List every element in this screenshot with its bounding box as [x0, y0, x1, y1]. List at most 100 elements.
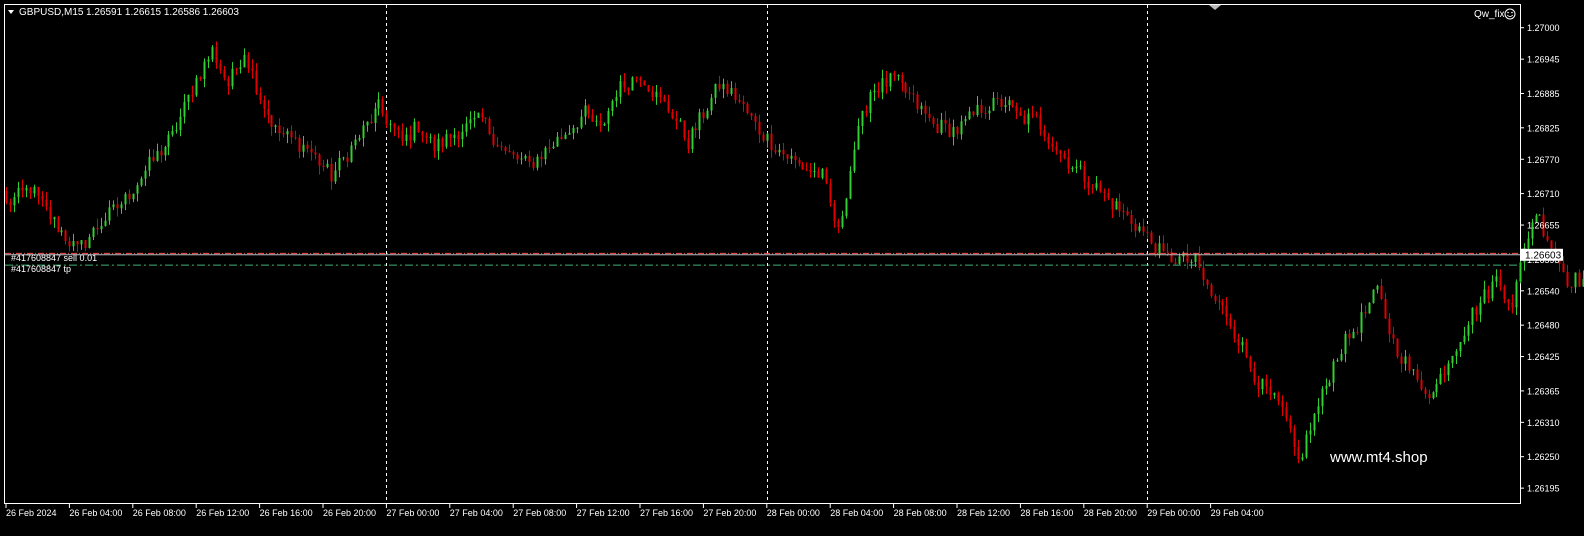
candle-body	[1421, 380, 1423, 390]
candle-body	[513, 152, 515, 154]
candle-body	[77, 241, 79, 244]
candle-body	[1492, 282, 1494, 299]
candle-body	[787, 154, 789, 159]
candle-body	[319, 155, 321, 166]
candle-body	[878, 91, 880, 93]
candle-body	[1326, 386, 1328, 389]
candle-body	[398, 128, 400, 130]
candle-body	[858, 126, 860, 150]
candle-body	[1436, 384, 1438, 392]
candle-body	[347, 157, 349, 161]
candle-body	[751, 113, 753, 116]
candle-body	[612, 101, 614, 111]
candle-body	[275, 125, 277, 126]
candle-body	[1310, 431, 1312, 435]
candle-body	[161, 151, 163, 155]
candle-body	[1009, 100, 1011, 105]
candle-body	[581, 117, 583, 128]
candle-body	[1345, 334, 1347, 354]
time-tick-label: 27 Feb 08:00	[513, 508, 566, 518]
candle-body	[22, 188, 24, 191]
price-tick-label: 1.26250	[1527, 452, 1560, 462]
candle-body	[1116, 201, 1118, 209]
candle-body	[1306, 434, 1308, 457]
candle-body	[478, 113, 480, 118]
candle-body	[1369, 303, 1371, 313]
candle-body	[731, 88, 733, 94]
price-tick-label: 1.26710	[1527, 189, 1560, 199]
candle-body	[430, 137, 432, 138]
candle-body	[145, 171, 147, 179]
chart-window[interactable]: 1.270001.269451.268851.268251.267701.267…	[0, 0, 1584, 531]
candle-body	[69, 241, 71, 246]
candle-body	[390, 124, 392, 125]
candle-body	[485, 118, 487, 119]
take-profit-label[interactable]: #417608847 tp	[11, 264, 71, 274]
candle-body	[1238, 339, 1240, 346]
candle-body	[961, 121, 963, 134]
candle-body	[862, 111, 864, 126]
candle-body	[1131, 215, 1133, 224]
candle-body	[1579, 273, 1581, 287]
time-tick-label: 29 Feb 04:00	[1211, 508, 1264, 518]
candle-body	[442, 139, 444, 147]
candle-body	[343, 157, 345, 158]
symbol-timeframe: GBPUSD,M15	[19, 7, 84, 18]
candle-body	[176, 130, 178, 131]
candle-body	[81, 240, 83, 244]
candle-body	[652, 91, 654, 97]
candle-body	[628, 88, 630, 91]
indicator-label: Qw_fix	[1474, 9, 1505, 20]
candle-body	[1143, 226, 1145, 231]
candle-body	[648, 86, 650, 92]
candle-body	[735, 88, 737, 100]
candle-body	[93, 228, 95, 237]
candle-body	[1068, 157, 1070, 168]
candle-body	[1274, 393, 1276, 395]
candle-body	[252, 68, 254, 70]
candle-body	[1064, 154, 1066, 158]
candle-body	[18, 188, 20, 197]
candle-body	[89, 237, 91, 248]
candle-body	[644, 80, 646, 85]
candle-body	[810, 170, 812, 172]
candle-body	[446, 134, 448, 147]
time-tick-label: 26 Feb 16:00	[260, 508, 313, 518]
candle-body	[1016, 106, 1018, 112]
candle-body	[58, 217, 60, 232]
candle-body	[30, 188, 32, 194]
candle-body	[993, 98, 995, 111]
candle-body	[1001, 99, 1003, 107]
candle-body	[1488, 289, 1490, 298]
candle-body	[1163, 243, 1165, 251]
candle-body	[1429, 394, 1431, 398]
candle-body	[101, 226, 103, 229]
candle-body	[434, 137, 436, 151]
candle-body	[426, 135, 428, 137]
candle-body	[957, 127, 959, 134]
candle-body	[1520, 262, 1522, 281]
candle-body	[1361, 312, 1363, 333]
candle-body	[188, 95, 190, 102]
candle-body	[1460, 342, 1462, 351]
candle-body	[747, 104, 749, 113]
candle-body	[359, 138, 361, 139]
candle-body	[640, 78, 642, 80]
candle-body	[1127, 211, 1129, 215]
candle-body	[505, 147, 507, 151]
candle-body	[339, 158, 341, 170]
candle-body	[1222, 302, 1224, 306]
candle-body	[791, 156, 793, 159]
candle-body	[1112, 198, 1114, 209]
candle-body	[129, 194, 131, 199]
candle-body	[1433, 392, 1435, 398]
candle-body	[1440, 374, 1442, 384]
candle-body	[517, 154, 519, 159]
candle-body	[723, 84, 725, 89]
candle-body	[846, 199, 848, 217]
sell-order-label[interactable]: #417608847 sell 0.01	[11, 253, 97, 263]
candle-body	[921, 106, 923, 109]
price-chart[interactable]: 1.270001.269451.268851.268251.267701.267…	[0, 0, 1584, 531]
candle-body	[1516, 282, 1518, 308]
candle-body	[1207, 280, 1209, 285]
